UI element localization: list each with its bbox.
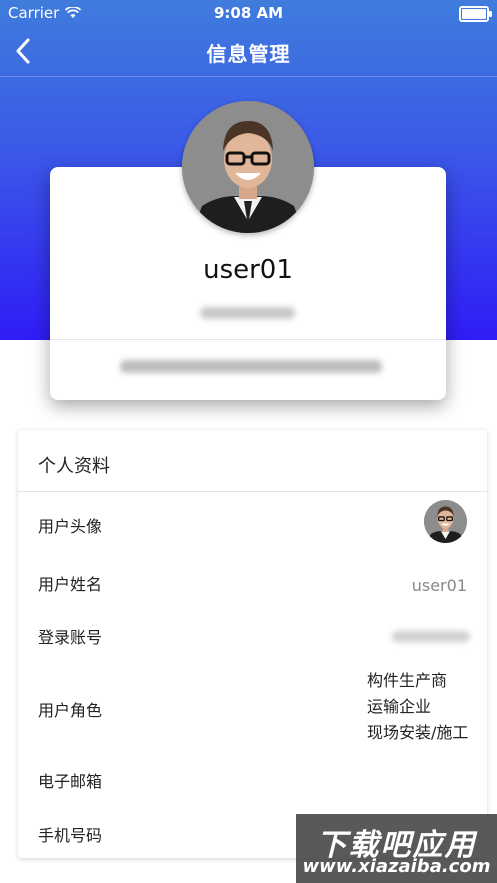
blurred-detail-text bbox=[120, 360, 382, 373]
avatar-row-label: 用户头像 bbox=[38, 517, 103, 536]
personal-info-panel: 个人资料 用户头像 用户姓名 user01 登录账号 用户角色 构件生产商 运输… bbox=[18, 430, 487, 858]
section-title: 个人资料 bbox=[38, 456, 110, 477]
card-divider bbox=[50, 339, 446, 340]
account-row-label: 登录账号 bbox=[38, 628, 103, 647]
role-item: 构件生产商 bbox=[367, 671, 448, 690]
navigation-bar: 信息管理 bbox=[0, 26, 497, 77]
watermark-overlay: 下载吧应用 www.xiazaiba.com bbox=[296, 814, 497, 883]
role-item: 现场安装/施工 bbox=[367, 723, 469, 742]
avatar-photo bbox=[182, 101, 314, 233]
role-item: 运输企业 bbox=[367, 697, 432, 716]
email-row-label: 电子邮箱 bbox=[38, 772, 103, 791]
battery-icon bbox=[459, 6, 492, 22]
watermark-url: www.xiazaiba.com bbox=[302, 856, 491, 877]
name-row-label: 用户姓名 bbox=[38, 575, 103, 594]
avatar-photo-small bbox=[424, 500, 467, 543]
role-row-label: 用户角色 bbox=[38, 701, 103, 720]
blurred-account-value bbox=[392, 631, 470, 642]
name-row-value: user01 bbox=[411, 576, 467, 595]
role-list: 构件生产商 运输企业 现场安装/施工 bbox=[367, 668, 468, 746]
status-time: 9:08 AM bbox=[213, 4, 284, 22]
user-avatar-thumbnail[interactable] bbox=[424, 500, 467, 543]
page-title: 信息管理 bbox=[206, 42, 291, 66]
phone-row-label: 手机号码 bbox=[38, 826, 103, 845]
status-bar: Carrier 9:08 AM bbox=[0, 0, 497, 26]
profile-avatar[interactable] bbox=[182, 101, 314, 233]
section-divider bbox=[18, 491, 487, 492]
profile-username: user01 bbox=[203, 255, 293, 285]
blurred-account-text bbox=[200, 307, 295, 319]
